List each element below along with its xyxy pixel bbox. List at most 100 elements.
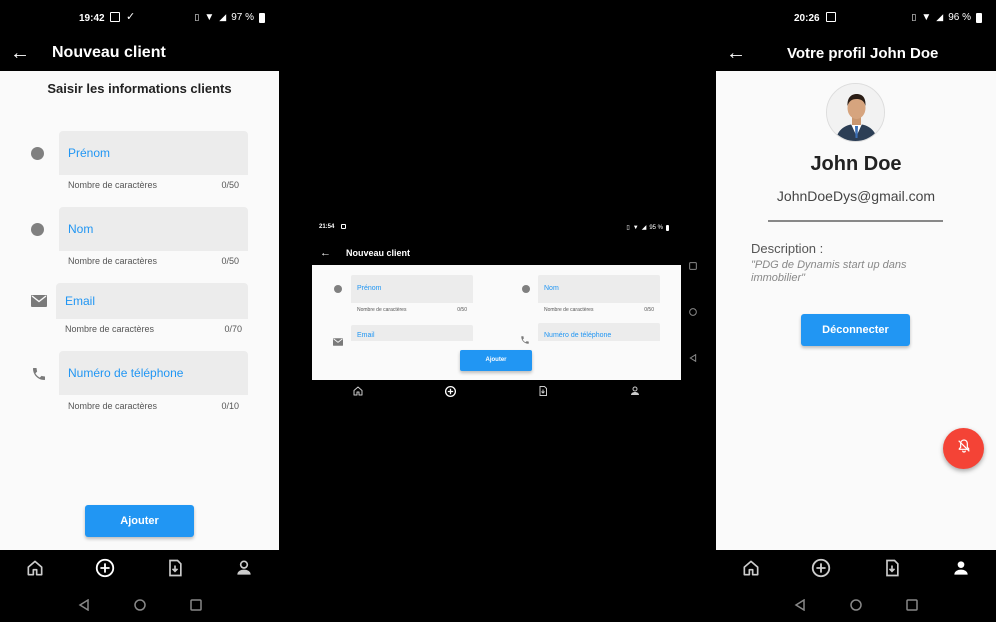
firstname-field[interactable]: Prénom	[351, 275, 473, 303]
download-doc-icon[interactable]	[882, 558, 902, 578]
signal-icon: ◢	[641, 225, 647, 231]
email-field[interactable]: Email	[351, 325, 473, 341]
home-circle-icon[interactable]	[850, 599, 862, 611]
status-time: 19:42	[79, 13, 105, 24]
home-icon[interactable]	[352, 385, 364, 397]
battery-icon	[259, 12, 265, 23]
add-circle-icon[interactable]	[444, 385, 457, 398]
phone-new-client: 19:42 ✓ ▯ ▼ ◢ 97 % ← Nouveau client Sais…	[0, 0, 279, 622]
dot-icon	[31, 223, 44, 236]
field-label: Prénom	[357, 285, 382, 292]
description-text: "PDG de Dynamis start up dans immobilier…	[751, 259, 907, 284]
person-icon[interactable]	[234, 558, 254, 578]
wifi-icon: ▼	[632, 224, 639, 231]
status-bar: 19:42 ✓ ▯ ▼ ◢ 97 %	[0, 0, 279, 36]
home-icon[interactable]	[25, 558, 45, 578]
avatar	[826, 83, 885, 142]
vibrate-icon: ▯	[911, 12, 917, 22]
battery-percent: 96 %	[948, 12, 971, 23]
dot-icon	[522, 285, 530, 293]
lastname-field[interactable]: Nom	[538, 275, 660, 303]
page-title: Nouveau client	[346, 248, 411, 258]
signal-icon: ◢	[936, 12, 944, 22]
char-counter: Nombre de caractères 0/70	[65, 324, 242, 334]
battery-percent: 97 %	[231, 12, 254, 23]
field-label: Numéro de téléphone	[68, 366, 184, 380]
dot-icon	[31, 147, 44, 160]
page-title: Votre profil John Doe	[787, 44, 939, 62]
phone-icon	[520, 332, 530, 350]
char-counter: Nombre de caractères 0/50	[357, 307, 467, 313]
wifi-icon: ▼	[921, 12, 932, 23]
recents-square-icon[interactable]	[189, 599, 202, 611]
mail-icon	[31, 294, 47, 307]
page-title: Nouveau client	[52, 44, 166, 61]
mail-icon	[333, 333, 343, 351]
char-counter: Nombre de caractères 0/10	[68, 401, 239, 411]
add-circle-icon[interactable]	[94, 557, 116, 579]
system-nav	[0, 588, 279, 622]
notifications-off-button[interactable]	[943, 428, 984, 469]
add-button[interactable]: Ajouter	[460, 350, 532, 371]
back-triangle-icon[interactable]	[78, 599, 90, 611]
bottom-nav	[0, 550, 279, 586]
battery-icon	[666, 224, 669, 231]
status-bar: 20:26 ▯ ▼ ◢ 96 %	[716, 0, 996, 36]
add-circle-icon[interactable]	[810, 557, 832, 579]
status-bar: 21:54 ▯ ▼ ◢ 95 %	[279, 220, 716, 236]
recents-square-icon[interactable]	[689, 262, 697, 270]
description-label: Description :	[751, 241, 824, 256]
char-counter: Nombre de caractères 0/50	[68, 180, 239, 190]
battery-icon	[976, 12, 982, 23]
phone-field[interactable]: Numéro de téléphone	[59, 351, 248, 395]
image-notification-icon	[341, 224, 346, 229]
bottom-nav	[716, 550, 996, 586]
signal-icon: ◢	[219, 12, 227, 22]
vibrate-icon: ▯	[626, 225, 630, 231]
back-arrow-icon[interactable]: ←	[312, 247, 346, 259]
char-counter: Nombre de caractères 0/50	[68, 256, 239, 266]
char-counter: Nombre de caractères 0/50	[544, 307, 654, 313]
download-doc-icon[interactable]	[537, 385, 549, 397]
system-nav	[716, 588, 996, 622]
profile-content: John Doe JohnDoeDys@gmail.com Descriptio…	[716, 71, 996, 550]
back-triangle-icon[interactable]	[689, 354, 697, 362]
person-icon[interactable]	[629, 385, 641, 397]
field-label: Numéro de téléphone	[544, 332, 612, 339]
wifi-icon: ▼	[204, 12, 215, 23]
logout-button[interactable]: Déconnecter	[801, 314, 910, 346]
divider	[768, 220, 943, 222]
back-arrow-icon[interactable]: ←	[0, 43, 40, 63]
profile-email: JohnDoeDys@gmail.com	[776, 188, 936, 204]
phone-field[interactable]: Numéro de téléphone	[538, 323, 660, 341]
field-label: Email	[357, 332, 375, 339]
email-field[interactable]: Email	[56, 283, 248, 319]
battery-percent: 95 %	[649, 224, 663, 231]
phone-profile: 20:26 ▯ ▼ ◢ 96 % ← Votre profil John Doe	[716, 0, 996, 622]
firstname-field[interactable]: Prénom	[59, 131, 248, 175]
home-circle-icon[interactable]	[689, 308, 697, 316]
back-arrow-icon[interactable]: ←	[716, 43, 756, 63]
phone-landscape-new-client: 21:54 ▯ ▼ ◢ 95 % ← Nouveau client Prénom…	[279, 0, 716, 622]
lastname-field[interactable]: Nom	[59, 207, 248, 251]
system-nav	[686, 262, 700, 362]
status-time: 21:54	[319, 224, 335, 230]
download-doc-icon[interactable]	[165, 558, 185, 578]
field-label: Prénom	[68, 146, 111, 160]
back-triangle-icon[interactable]	[794, 599, 806, 611]
app-bar: ← Nouveau client	[312, 243, 681, 263]
field-label: Nom	[544, 285, 559, 292]
person-icon[interactable]	[951, 558, 971, 578]
home-icon[interactable]	[741, 558, 761, 578]
bottom-nav	[312, 381, 681, 401]
recents-square-icon[interactable]	[906, 599, 918, 611]
status-time: 20:26	[794, 13, 820, 24]
form-heading: Saisir les informations clients	[47, 81, 232, 96]
home-circle-icon[interactable]	[133, 599, 146, 611]
notifications-off-icon	[956, 438, 972, 459]
app-bar: ← Nouveau client	[0, 36, 279, 70]
field-label: Email	[65, 294, 96, 308]
phone-icon	[31, 366, 47, 382]
add-button[interactable]: Ajouter	[85, 505, 194, 537]
form-content: Saisir les informations clients Prénom N…	[0, 71, 279, 550]
